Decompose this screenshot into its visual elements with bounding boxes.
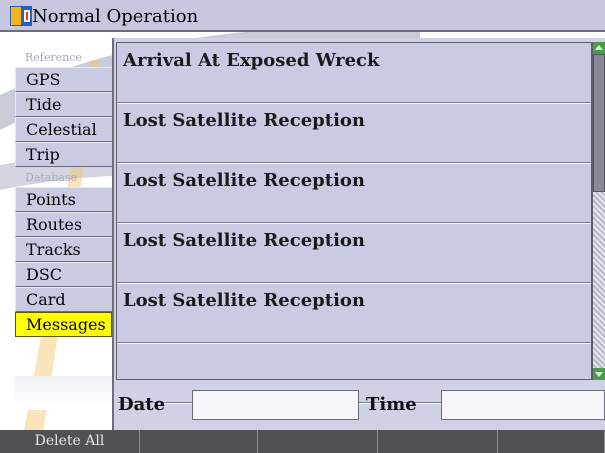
sidebar-item-celestial[interactable]: Celestial	[15, 117, 112, 142]
screen: Normal Operation Reference GPS Tide Celesti…	[0, 0, 605, 453]
message-row[interactable]: Lost Satellite Reception	[117, 163, 591, 224]
message-row[interactable]: Lost Satellite Reception	[117, 223, 591, 284]
sidebar-section-header: Database	[25, 171, 78, 184]
softkey-1[interactable]: Delete All	[0, 430, 140, 453]
softkey-3[interactable]	[258, 430, 378, 453]
message-scrollbar[interactable]	[592, 42, 605, 380]
sidebar-item-dsc[interactable]: DSC	[15, 262, 112, 287]
message-text: Lost Satellite Reception	[123, 170, 366, 191]
window-title: Normal Operation	[32, 6, 199, 27]
message-text: Lost Satellite Reception	[123, 110, 366, 131]
time-label: Time	[366, 394, 417, 415]
scroll-down-arrow-icon[interactable]	[593, 368, 605, 380]
sidebar-item-trip[interactable]: Trip	[15, 142, 112, 167]
sidebar-item-points[interactable]: Points	[15, 187, 112, 212]
sidebar-item-card[interactable]: Card	[15, 287, 112, 312]
softkey-bar: Delete All	[0, 430, 605, 453]
sidebar-item-tide[interactable]: Tide	[15, 92, 112, 117]
message-text: Lost Satellite Reception	[123, 290, 366, 311]
scroll-up-arrow-icon[interactable]	[593, 42, 605, 54]
sidebar-section-header: Reference	[25, 51, 82, 64]
sidebar-fade	[15, 376, 112, 410]
sidebar-item-routes[interactable]: Routes	[15, 212, 112, 237]
date-field	[192, 390, 359, 420]
date-label: Date	[118, 394, 166, 415]
softkey-5[interactable]	[498, 430, 605, 453]
message-row[interactable]: Lost Satellite Reception	[117, 283, 591, 344]
softkey-2[interactable]	[140, 430, 258, 453]
time-field	[441, 390, 605, 420]
message-text: Arrival At Exposed Wreck	[123, 50, 380, 71]
message-row[interactable]: Lost Satellite Reception	[117, 103, 591, 164]
softkey-4[interactable]	[378, 430, 498, 453]
scroll-thumb[interactable]	[593, 54, 605, 192]
sidebar-tabs: Reference GPS Tide Celestial Trip Database Poi…	[15, 47, 112, 337]
sidebar-item-tracks[interactable]: Tracks	[15, 237, 112, 262]
garmin-app-icon	[10, 6, 32, 26]
message-list[interactable]: Arrival At Exposed Wreck Lost Satellite R…	[116, 42, 592, 404]
sidebar-item-gps[interactable]: GPS	[15, 67, 112, 92]
title-bar: Normal Operation	[0, 0, 605, 32]
message-text: Lost Satellite Reception	[123, 230, 366, 251]
sidebar-item-messages[interactable]: Messages	[15, 312, 112, 337]
message-row[interactable]: Arrival At Exposed Wreck	[117, 43, 591, 104]
